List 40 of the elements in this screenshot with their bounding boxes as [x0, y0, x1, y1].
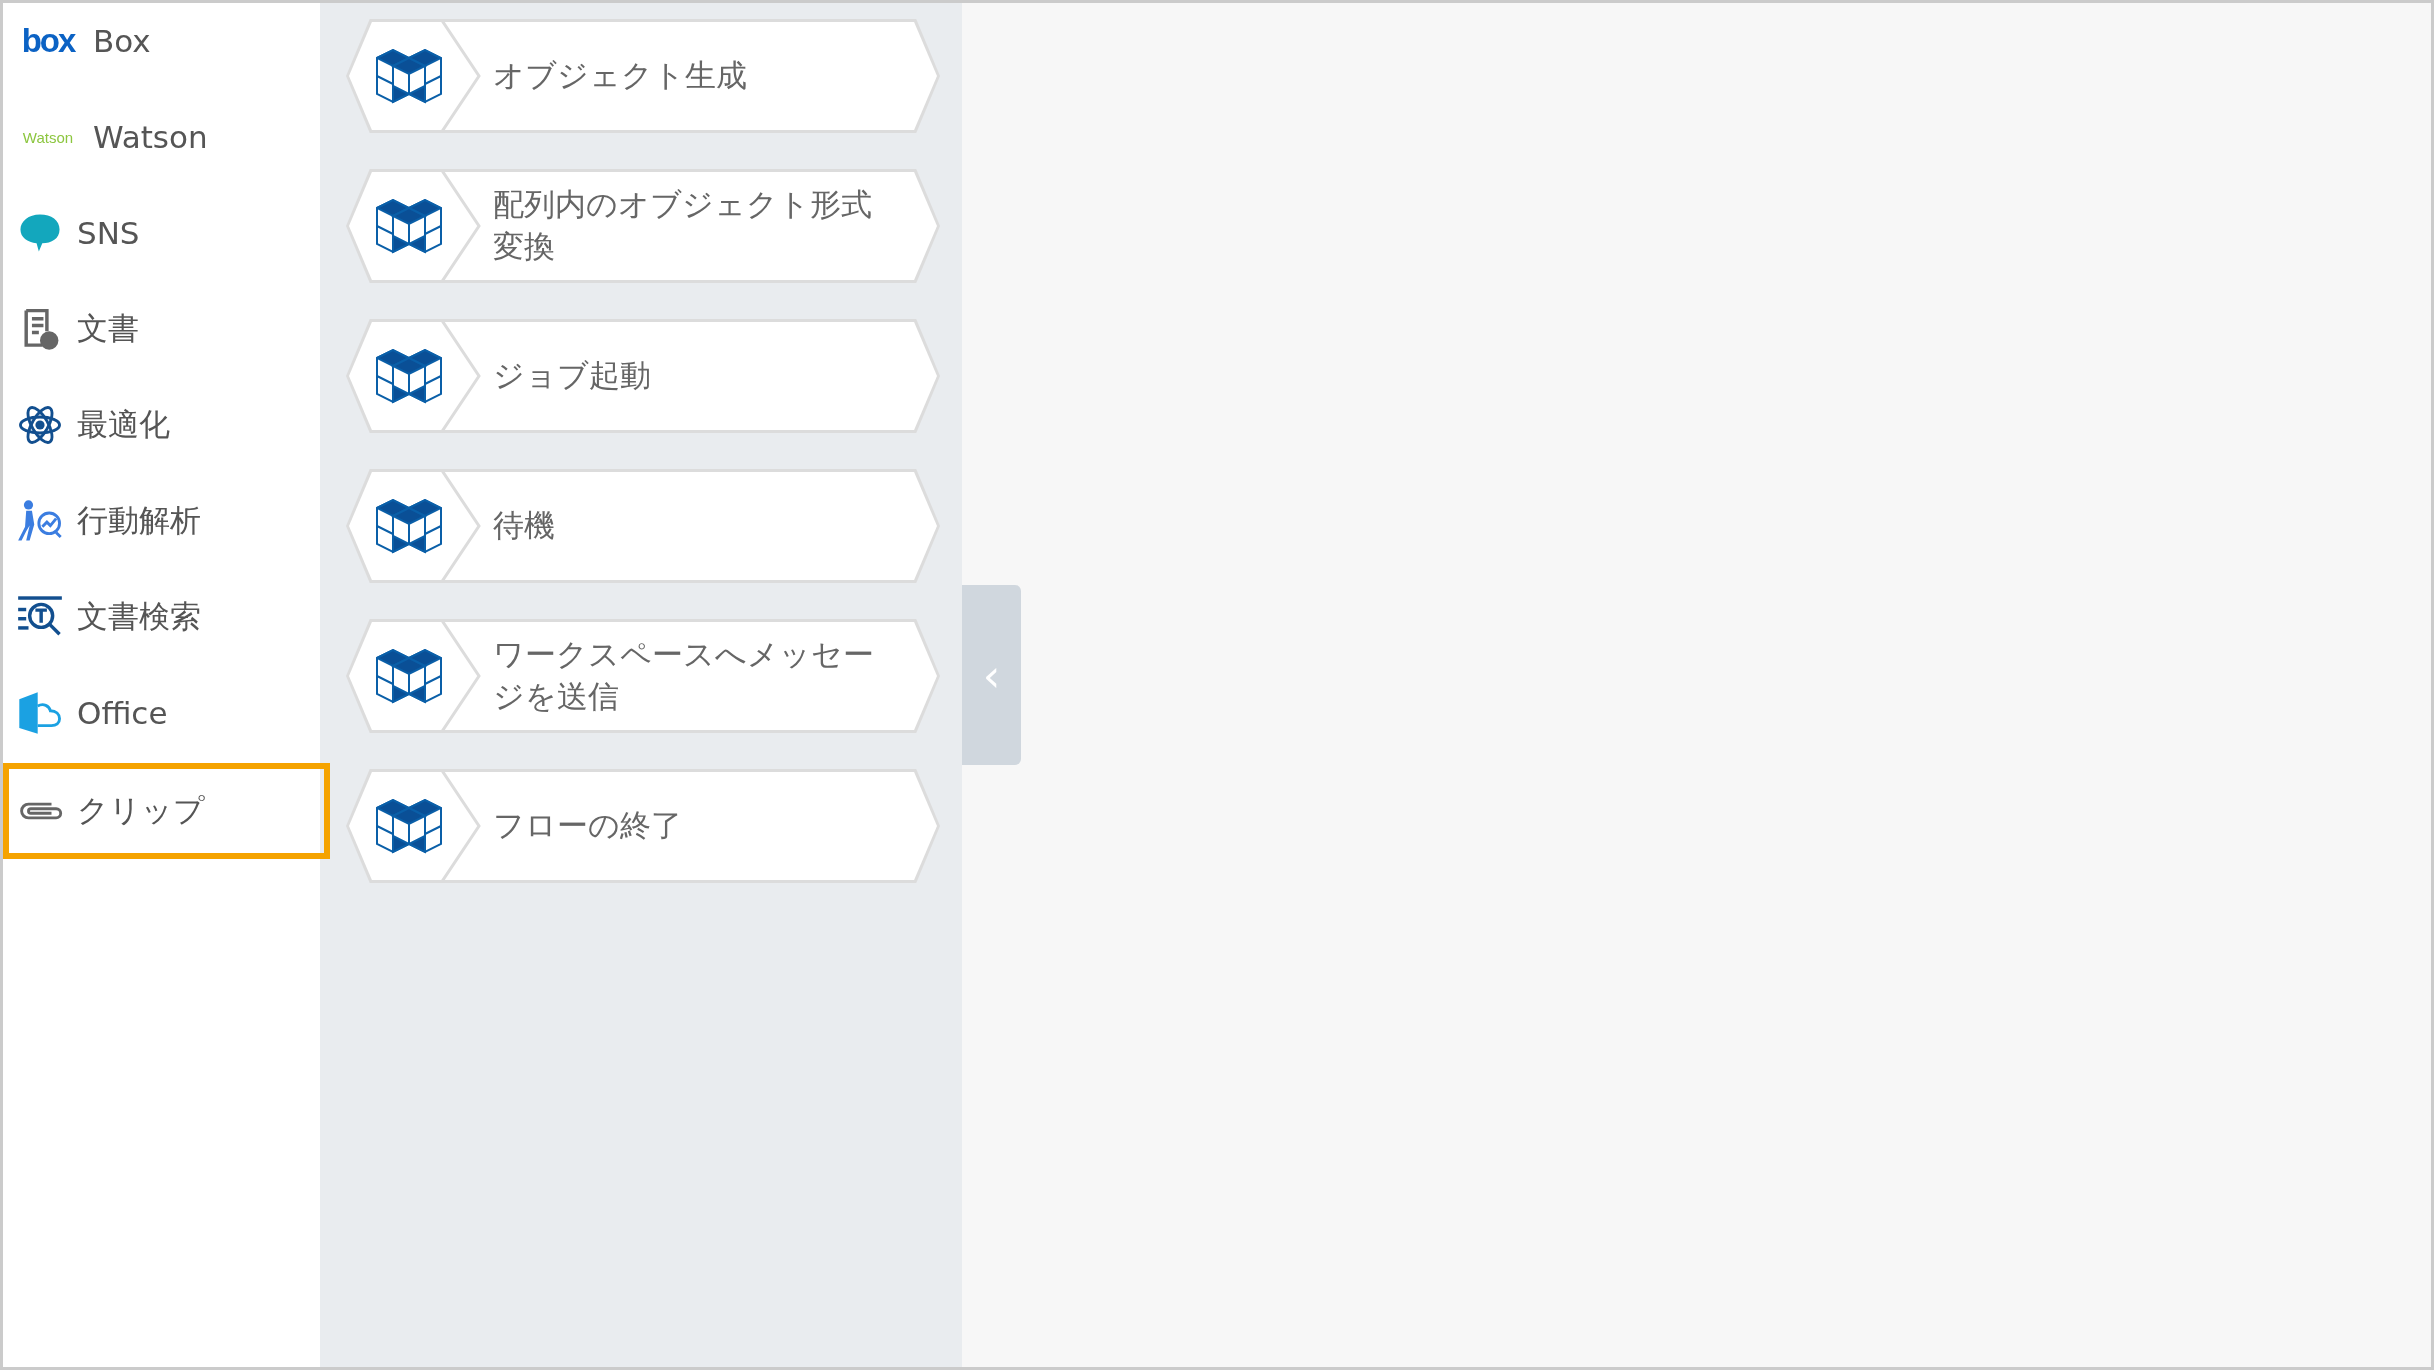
cubes-icon — [376, 48, 442, 104]
block-label: フローの終了 — [492, 806, 683, 846]
sidebar-item-label: Box — [93, 23, 151, 59]
flow-block[interactable]: ジョブ起動 — [346, 319, 940, 433]
block-label: ジョブ起動 — [492, 356, 652, 396]
sidebar-item[interactable]: 文書検索 — [3, 569, 320, 665]
flow-block[interactable]: 待機 — [346, 469, 940, 583]
office-cloud-icon — [17, 690, 63, 736]
sidebar-item-label: 最適化 — [77, 405, 170, 444]
sidebar-item-label: SNS — [77, 215, 140, 251]
sidebar-item-label: 文書 — [77, 309, 139, 348]
sidebar-item[interactable]: 文書 — [3, 281, 320, 377]
walking-person-chart-icon — [17, 498, 63, 544]
sidebar-item-label: Office — [77, 695, 168, 731]
sidebar-item[interactable]: Office — [3, 665, 320, 761]
sidebar-item[interactable]: 行動解析 — [3, 473, 320, 569]
flow-block[interactable]: フローの終了 — [346, 769, 940, 883]
cubes-icon — [376, 498, 442, 554]
sidebar-item[interactable]: box Box — [3, 3, 320, 89]
sidebar-item-label: Watson — [93, 119, 208, 155]
flow-block[interactable]: ワークスペースへメッセージを送信 — [346, 619, 940, 733]
block-label: オブジェクト生成 — [492, 56, 748, 96]
flow-block[interactable]: 配列内のオブジェクト形式変換 — [346, 169, 940, 283]
sidebar-item[interactable]: Watson Watson — [3, 89, 320, 185]
cubes-icon — [376, 198, 442, 254]
flow-block[interactable]: オブジェクト生成 — [346, 19, 940, 133]
sidebar-item[interactable]: クリップ — [3, 763, 330, 859]
sidebar-item-label: クリップ — [77, 791, 205, 830]
sidebar-item-label: 文書検索 — [77, 597, 201, 636]
box-logo: box — [20, 22, 77, 60]
block-label: ワークスペースへメッセージを送信 — [492, 635, 875, 716]
cubes-icon — [376, 348, 442, 404]
sidebar-item-label: 行動解析 — [77, 501, 201, 540]
sidebar-item[interactable]: 最適化 — [3, 377, 320, 473]
sidebar-item[interactable]: SNS — [3, 185, 320, 281]
cubes-icon — [376, 648, 442, 704]
block-label: 待機 — [492, 506, 556, 546]
watson-logo: Watson — [21, 128, 75, 146]
cubes-icon — [376, 798, 442, 854]
block-label: 配列内のオブジェクト形式変換 — [492, 185, 873, 266]
